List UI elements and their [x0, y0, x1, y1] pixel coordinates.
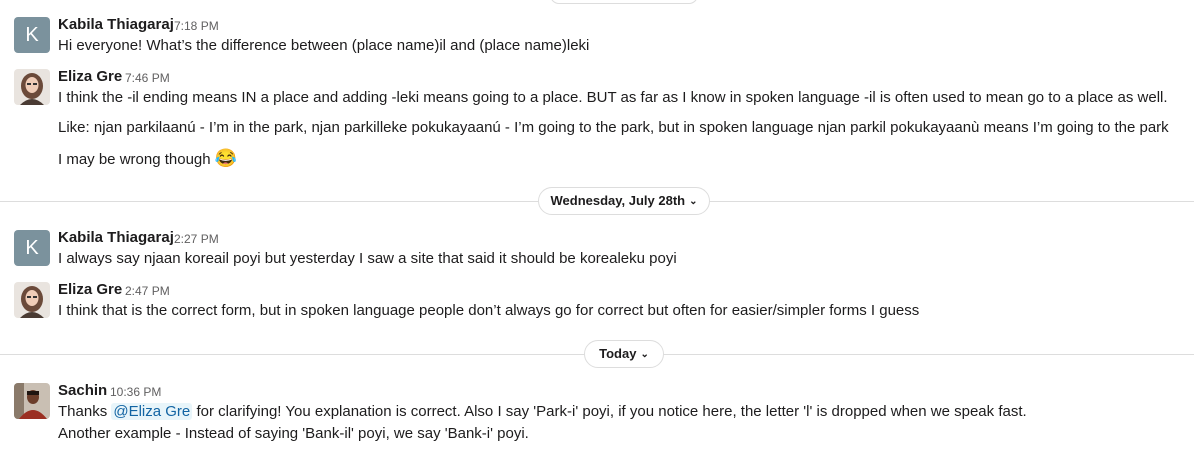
chevron-down-icon: ⌄: [689, 196, 698, 207]
author-name[interactable]: Sachin: [58, 382, 107, 400]
avatar[interactable]: K: [14, 17, 50, 53]
date-divider-pill-previous[interactable]: [550, 0, 698, 4]
avatar[interactable]: [14, 383, 50, 419]
message-text: Thanks @Eliza Gre for clarifying! You ex…: [58, 403, 1027, 420]
author-name[interactable]: Kabila Thiagaraj: [58, 229, 174, 247]
author-name[interactable]: Kabila Thiagaraj: [58, 16, 174, 34]
message-text: I may be wrong though 😂: [58, 148, 238, 168]
message-text: I always say njaan koreail poyi but yest…: [58, 250, 677, 267]
author-name[interactable]: Eliza Gre: [58, 281, 122, 299]
timestamp[interactable]: 7:18 PM: [174, 17, 219, 35]
avatar[interactable]: K: [14, 230, 50, 266]
user-mention[interactable]: @Eliza Gre: [111, 403, 193, 420]
message-text: Like: njan parkilaanú - I’m in the park,…: [58, 119, 1169, 136]
author-name[interactable]: Eliza Gre: [58, 68, 122, 86]
message-text: I think the -il ending means IN a place …: [58, 89, 1168, 106]
timestamp[interactable]: 2:47 PM: [125, 282, 170, 300]
timestamp[interactable]: 7:46 PM: [125, 69, 170, 87]
date-divider-pill[interactable]: Wednesday, July 28th ⌄: [538, 187, 710, 215]
timestamp[interactable]: 2:27 PM: [174, 230, 219, 248]
message-text: Another example - Instead of saying 'Ban…: [58, 425, 529, 442]
joy-emoji-icon: 😂: [214, 148, 238, 168]
avatar[interactable]: [14, 69, 50, 105]
avatar[interactable]: [14, 282, 50, 318]
message-text: I think that is the correct form, but in…: [58, 302, 920, 319]
date-divider-pill[interactable]: Today ⌄: [584, 340, 664, 368]
message-text: Hi everyone! What’s the difference betwe…: [58, 37, 590, 54]
timestamp[interactable]: 10:36 PM: [110, 383, 161, 401]
chevron-down-icon: ⌄: [640, 349, 649, 360]
